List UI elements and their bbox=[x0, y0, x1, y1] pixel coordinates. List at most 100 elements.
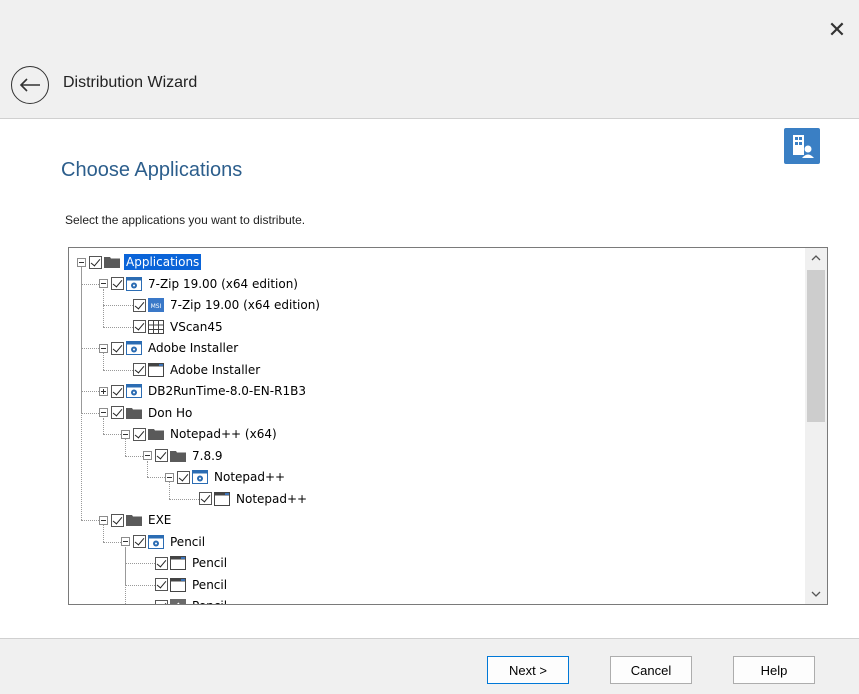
tree-connector bbox=[125, 546, 126, 604]
tree-node[interactable]: MSI 7-Zip 19.00 (x64 edition) bbox=[133, 295, 322, 315]
tree-checkbox[interactable] bbox=[111, 513, 124, 527]
chevron-down-icon bbox=[811, 591, 821, 597]
tree-node-label: Pencil bbox=[190, 598, 229, 604]
collapse-icon[interactable] bbox=[77, 257, 86, 267]
close-icon[interactable]: ✕ bbox=[823, 16, 851, 44]
collapse-icon[interactable] bbox=[99, 408, 108, 417]
collapse-icon[interactable] bbox=[121, 537, 130, 546]
page-title: Choose Applications bbox=[61, 159, 243, 181]
content-panel: Choose Applications Select the applicati… bbox=[0, 119, 859, 638]
tree-node-label: Notepad++ (x64) bbox=[170, 427, 277, 441]
tree-connector bbox=[81, 283, 99, 285]
tree-node[interactable]: 7.8.9 bbox=[143, 446, 225, 466]
svg-text:MSI: MSI bbox=[151, 303, 162, 310]
tree-checkbox[interactable] bbox=[199, 492, 212, 505]
collapse-icon[interactable] bbox=[99, 515, 108, 525]
collapse-icon[interactable] bbox=[99, 343, 108, 353]
gear-package-icon bbox=[126, 276, 142, 291]
scroll-up-button[interactable] bbox=[805, 248, 827, 268]
tree-connector bbox=[81, 412, 99, 414]
window-icon bbox=[148, 362, 164, 377]
gear-package-icon bbox=[126, 341, 142, 355]
tree-node-label: Pencil bbox=[170, 534, 206, 549]
tree-node-label: Adobe Installer bbox=[148, 341, 239, 355]
collapse-icon[interactable] bbox=[121, 429, 130, 439]
tree-connector bbox=[103, 288, 104, 327]
tree-checkbox[interactable] bbox=[133, 363, 146, 376]
wizard-title: Distribution Wizard bbox=[63, 74, 198, 91]
tree-node-label: 7.8.9 bbox=[192, 448, 223, 463]
tree-checkbox[interactable] bbox=[155, 556, 168, 570]
tree-node-label: Notepad++ bbox=[214, 470, 286, 484]
tree-checkbox[interactable] bbox=[89, 255, 102, 269]
application-tree[interactable]: Applications 7-Zip 19.00 (x64 edition) MSI… bbox=[68, 247, 828, 605]
back-arrow-icon bbox=[19, 78, 40, 92]
tree-node-label: DB2RunTime-8.0-EN-R1B3 bbox=[148, 384, 306, 398]
tree-connector bbox=[103, 434, 121, 435]
tree-checkbox[interactable] bbox=[111, 406, 124, 419]
tree-node-label: VScan45 bbox=[170, 319, 223, 334]
tree-node-label: 7-Zip 19.00 (x64 edition) bbox=[148, 276, 298, 291]
tree-node[interactable]: Pencil bbox=[155, 553, 229, 573]
cancel-button[interactable]: Cancel bbox=[610, 656, 692, 684]
tree-node[interactable]: EXE bbox=[99, 510, 173, 530]
collapse-icon[interactable] bbox=[99, 279, 108, 288]
tree-checkbox[interactable] bbox=[111, 341, 124, 355]
tree-node[interactable]: Pencil bbox=[121, 532, 207, 552]
tree-node[interactable]: Pencil bbox=[155, 575, 229, 595]
folder-icon bbox=[126, 513, 142, 527]
tree-checkbox[interactable] bbox=[155, 449, 168, 462]
tree-checkbox[interactable] bbox=[155, 578, 168, 591]
expand-icon[interactable] bbox=[99, 386, 108, 396]
tree-node[interactable]: Notepad++ bbox=[199, 489, 309, 509]
window-icon bbox=[170, 556, 186, 570]
tree-node[interactable]: Adobe Installer bbox=[99, 338, 240, 358]
tree-checkbox[interactable] bbox=[133, 427, 146, 441]
tree-node[interactable]: Don Ho bbox=[99, 403, 194, 423]
tree-connector bbox=[81, 520, 99, 521]
scroll-thumb[interactable] bbox=[807, 270, 825, 422]
tree-node-label: Pencil bbox=[192, 577, 228, 592]
tree-connector bbox=[103, 541, 121, 543]
tree-node[interactable]: Notepad++ (x64) bbox=[121, 424, 279, 444]
tree-connector bbox=[169, 498, 199, 500]
collapse-icon[interactable] bbox=[143, 451, 152, 460]
msi-icon: MSI bbox=[148, 298, 164, 312]
tree-node[interactable]: VScan45 bbox=[133, 317, 225, 337]
tree-checkbox[interactable] bbox=[133, 320, 146, 333]
tree-viewport: Applications 7-Zip 19.00 (x64 edition) MSI… bbox=[69, 248, 805, 604]
tree-connector bbox=[81, 267, 82, 520]
tree-checkbox[interactable] bbox=[111, 384, 124, 398]
tree-connector bbox=[103, 369, 133, 371]
tree-node-label: Pencil bbox=[192, 556, 228, 570]
window-icon bbox=[170, 577, 186, 592]
back-button[interactable] bbox=[11, 66, 49, 104]
tree-checkbox[interactable] bbox=[133, 535, 146, 548]
instruction-text: Select the applications you want to dist… bbox=[65, 213, 306, 227]
tree-connector bbox=[125, 563, 155, 564]
tree-connector bbox=[147, 477, 165, 478]
shortcut-icon bbox=[170, 599, 186, 604]
tree-checkbox[interactable] bbox=[111, 277, 124, 290]
next-button[interactable]: Next > bbox=[487, 656, 569, 684]
chevron-up-icon bbox=[811, 255, 821, 261]
tree-node[interactable]: Adobe Installer bbox=[133, 360, 262, 380]
vertical-scrollbar[interactable] bbox=[805, 248, 827, 604]
scroll-down-button[interactable] bbox=[805, 584, 827, 604]
help-button[interactable]: Help bbox=[733, 656, 815, 684]
collapse-icon[interactable] bbox=[165, 472, 174, 482]
folder-icon bbox=[126, 406, 142, 420]
tree-connector bbox=[103, 305, 133, 306]
tree-node[interactable]: DB2RunTime-8.0-EN-R1B3 bbox=[99, 381, 308, 401]
tree-connector bbox=[81, 391, 99, 392]
tree-node[interactable]: Notepad++ bbox=[165, 467, 287, 487]
tree-checkbox[interactable] bbox=[155, 599, 168, 604]
tree-checkbox[interactable] bbox=[177, 470, 190, 484]
tree-checkbox[interactable] bbox=[133, 298, 146, 312]
tree-connector bbox=[125, 584, 155, 586]
tree-node[interactable]: 7-Zip 19.00 (x64 edition) bbox=[99, 274, 300, 294]
window-icon bbox=[214, 491, 230, 506]
tree-node[interactable]: Pencil bbox=[155, 596, 229, 604]
tree-node[interactable]: Applications bbox=[77, 252, 202, 272]
tree-node-label: 7-Zip 19.00 (x64 edition) bbox=[170, 298, 320, 312]
